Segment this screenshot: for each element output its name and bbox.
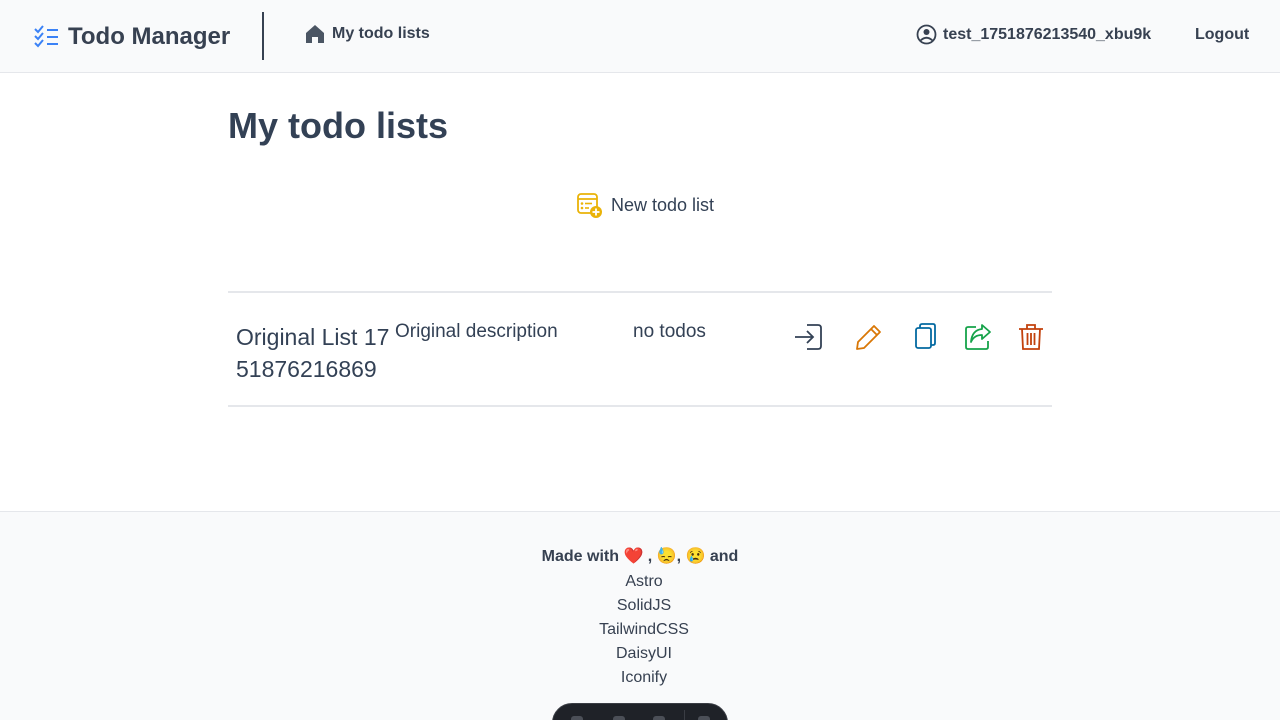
new-list-label: New todo list (611, 195, 715, 215)
copy-list-button[interactable] (907, 321, 939, 353)
made-with-text: Made with ❤️ , 😓, 😢 and (541, 548, 739, 565)
footer-link-solidjs[interactable]: SolidJS (0, 594, 1280, 618)
app-header: Todo Manager My todo lists test_17518762… (0, 0, 1280, 73)
share-icon (965, 324, 991, 350)
list-description: Original description (395, 321, 558, 342)
username: test_1751876213540_xbu9k (943, 25, 1152, 43)
list-name[interactable]: Original List 1751876216869 (236, 321, 395, 385)
todo-lists-table: Original List 1751876216869 Original des… (228, 291, 1052, 407)
footer-link-daisyui[interactable]: DaisyUI (0, 642, 1280, 666)
toolbar-app-icon[interactable] (571, 716, 583, 720)
header-divider (262, 12, 264, 60)
delete-list-button[interactable] (1015, 321, 1047, 353)
footer-links: Astro SolidJS TailwindCSS DaisyUI Iconif… (0, 570, 1280, 690)
toolbar-settings-icon[interactable] (698, 716, 710, 720)
logout-button[interactable]: Logout (1195, 26, 1249, 44)
footer-link-iconify[interactable]: Iconify (0, 666, 1280, 690)
brand[interactable]: Todo Manager (33, 22, 230, 52)
copy-icon (915, 323, 936, 349)
app-footer: Made with ❤️ , 😓, 😢 and Astro SolidJS Ta… (0, 511, 1280, 720)
edit-list-button[interactable] (853, 321, 885, 353)
nav-my-todo-lists[interactable]: My todo lists (305, 24, 430, 44)
new-todo-list-button[interactable]: New todo list (576, 192, 714, 219)
toolbar-separator (684, 710, 685, 720)
user-menu[interactable]: test_1751876213540_xbu9k (916, 24, 1151, 45)
toolbar-menu-icon[interactable] (653, 716, 665, 720)
new-list-icon (577, 193, 602, 218)
user-circle-icon (916, 24, 937, 45)
brand-title: Todo Manager (68, 23, 231, 50)
enter-icon (795, 324, 822, 350)
open-list-button[interactable] (792, 321, 824, 353)
dev-toolbar[interactable] (552, 703, 728, 720)
footer-link-astro[interactable]: Astro (0, 570, 1280, 594)
page-title: My todo lists (228, 105, 449, 146)
trash-icon (1019, 324, 1043, 350)
pencil-icon (856, 325, 881, 350)
checklist-icon (33, 24, 59, 50)
nav-home-label: My todo lists (332, 25, 430, 42)
home-icon (306, 25, 324, 43)
toolbar-inspect-icon[interactable] (613, 716, 625, 720)
list-todo-count: no todos (633, 321, 706, 342)
footer-link-tailwindcss[interactable]: TailwindCSS (0, 618, 1280, 642)
share-list-button[interactable] (962, 321, 994, 353)
